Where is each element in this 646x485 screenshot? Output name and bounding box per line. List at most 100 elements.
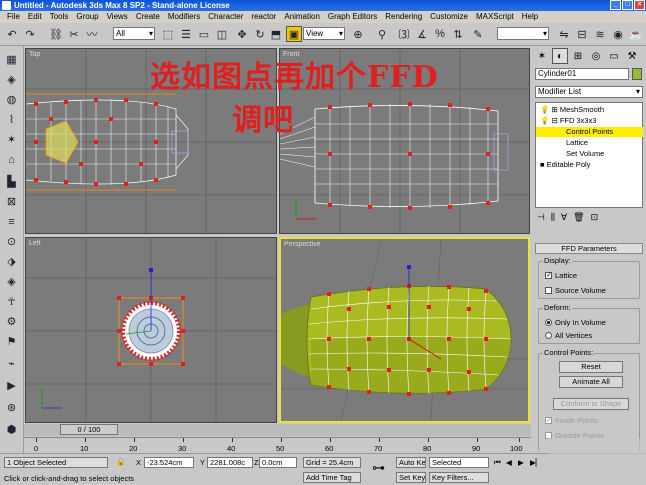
hinge-icon[interactable]: ⊠ (3, 194, 20, 209)
menu-group[interactable]: Group (72, 11, 102, 23)
rigid-body-icon[interactable]: ▦ (3, 52, 20, 67)
object-name-field[interactable]: Cylinder01 (535, 68, 629, 80)
bind-space-warp-icon[interactable]: 〰 (84, 26, 100, 42)
named-selection-icon[interactable]: ✎ (470, 26, 486, 42)
water-icon[interactable]: ◈ (3, 274, 20, 289)
menu-animation[interactable]: Animation (280, 11, 324, 23)
fracture-icon[interactable]: ⬗ (3, 254, 20, 269)
link-icon[interactable]: ⛓ (48, 26, 64, 42)
percent-snap-icon[interactable]: % (432, 26, 448, 42)
modify-tab-icon[interactable]: ◐ (552, 48, 568, 64)
viewport-left-label[interactable]: Left (29, 240, 41, 247)
make-unique-icon[interactable]: ∀ (561, 212, 567, 226)
menu-graph-editors[interactable]: Graph Editors (324, 11, 381, 23)
menu-help[interactable]: Help (518, 11, 542, 23)
select-object-icon[interactable]: ⬚ (160, 26, 176, 42)
go-to-start-icon[interactable]: ⏮ (494, 458, 501, 468)
stack-item-control-points[interactable]: Control Points (536, 127, 643, 137)
play-icon[interactable]: ▶ (518, 458, 524, 467)
stack-item-editable-poly[interactable]: ■ Editable Poly (536, 160, 643, 170)
maximize-button[interactable]: □ (622, 0, 633, 10)
lock-selection-icon[interactable]: 🔒 (116, 457, 125, 466)
angle-snap-icon[interactable]: ∡ (414, 26, 430, 42)
configure-modifier-sets-icon[interactable]: ⊡ (591, 212, 599, 226)
object-color-swatch[interactable] (632, 68, 642, 80)
mirror-icon[interactable]: ⇋ (556, 26, 572, 42)
rectangle-selection-icon[interactable]: ▭ (196, 26, 212, 42)
cloth-collection-icon[interactable]: ◈ (3, 72, 20, 87)
hierarchy-tab-icon[interactable]: ⊞ (570, 48, 586, 64)
set-key-button[interactable]: Set Key (396, 472, 426, 483)
viewport-perspective[interactable]: Perspective (279, 237, 530, 423)
properties-icon[interactable]: ⚑ (3, 334, 20, 349)
menu-reactor[interactable]: reactor (247, 11, 280, 23)
set-key-icon[interactable]: ⊶ (372, 460, 385, 476)
render-icon[interactable]: ☕ (628, 26, 644, 42)
show-end-result-icon[interactable]: ⫼ (551, 212, 555, 226)
source-volume-checkbox[interactable]: Source Volume (545, 286, 606, 295)
create-animation-icon[interactable]: ⊛ (3, 400, 20, 415)
menu-create[interactable]: Create (132, 11, 164, 23)
window-crossing-icon[interactable]: ◫ (214, 26, 230, 42)
menu-edit[interactable]: Edit (24, 11, 46, 23)
align-icon[interactable]: ⊟ (574, 26, 590, 42)
spring-icon[interactable]: ✶ (3, 132, 20, 147)
soft-body-icon[interactable]: ◍ (3, 92, 20, 107)
viewport-top-label[interactable]: Top (29, 51, 40, 58)
named-selection-sets-dropdown[interactable] (497, 27, 549, 40)
modifier-list-dropdown[interactable]: Modifier List (535, 86, 643, 98)
wind-icon[interactable]: ≡ (3, 214, 20, 229)
selection-filter-dropdown[interactable]: All (113, 27, 155, 40)
time-slider-thumb[interactable]: 0 / 100 (60, 424, 118, 435)
remove-modifier-icon[interactable]: 🗑 (573, 212, 584, 226)
plane-icon[interactable]: ⌂ (3, 152, 20, 167)
lightbulb-icon[interactable]: 💡 (540, 116, 549, 125)
viewport-left[interactable]: Left (25, 237, 277, 423)
toy-car-icon[interactable]: ⊙ (3, 234, 20, 249)
reset-button[interactable]: Reset (559, 361, 623, 373)
previous-frame-icon[interactable]: ◀ (506, 458, 512, 467)
display-tab-icon[interactable]: ▭ (606, 48, 622, 64)
key-filters-button[interactable]: Key Filters... (429, 472, 489, 483)
lightbulb-icon[interactable]: 💡 (540, 105, 549, 114)
ffd-parameters-rollout[interactable]: FFD Parameters (535, 243, 643, 254)
time-slider[interactable]: 0 / 100 (24, 424, 531, 436)
checkmark-icon[interactable]: ✓ (545, 272, 552, 279)
conform-to-shape-button[interactable]: Conform to Shape (553, 398, 629, 410)
lattice-checkbox[interactable]: ✓ Lattice (545, 271, 577, 280)
stack-item-set-volume[interactable]: Set Volume (536, 149, 643, 159)
collapse-icon[interactable]: ⊟ (551, 116, 557, 125)
analyze-icon[interactable]: ⌁ (3, 356, 20, 371)
inside-points-checkbox[interactable]: ✓ Inside Points (545, 416, 598, 425)
menu-modifiers[interactable]: Modifiers (164, 11, 204, 23)
add-time-tag-button[interactable]: Add Time Tag (303, 472, 361, 483)
stack-item-lattice[interactable]: Lattice (536, 138, 643, 148)
menu-character[interactable]: Character (204, 11, 247, 23)
redo-icon[interactable]: ↷ (22, 26, 38, 42)
motion-tab-icon[interactable]: ◎ (588, 48, 604, 64)
menu-customize[interactable]: Customize (426, 11, 472, 23)
select-by-name-icon[interactable]: ☰ (178, 26, 194, 42)
constraint-icon[interactable]: ▙ (3, 174, 20, 189)
utilities-tab-icon[interactable]: ⚒ (624, 48, 640, 64)
preview-icon[interactable]: ▶ (3, 378, 20, 393)
timeline-ruler[interactable]: 0 10 20 30 40 50 60 70 80 90 100 (24, 437, 531, 453)
menu-tools[interactable]: Tools (46, 11, 73, 23)
menu-views[interactable]: Views (103, 11, 132, 23)
y-coordinate-field[interactable]: 2281.008c (207, 457, 253, 468)
pivot-center-icon[interactable]: ⊕ (350, 26, 366, 42)
all-vertices-radio[interactable]: All Vertices (545, 331, 592, 340)
select-manipulate-icon[interactable]: ⚲ (374, 26, 390, 42)
select-move-icon[interactable]: ✥ (234, 26, 250, 42)
ragdoll-icon[interactable]: ☥ (3, 294, 20, 309)
key-mode-dropdown[interactable]: Selected (429, 457, 489, 468)
rope-collection-icon[interactable]: ⌇ (3, 112, 20, 127)
menu-rendering[interactable]: Rendering (381, 11, 426, 23)
reference-coordinate-dropdown[interactable]: View (303, 27, 345, 40)
x-coordinate-field[interactable]: -23.524cm (144, 457, 194, 468)
motor-icon[interactable]: ⚙ (3, 314, 20, 329)
auto-key-button[interactable]: Auto Key (396, 457, 426, 468)
only-in-volume-radio[interactable]: Only In Volume (545, 318, 606, 327)
pin-stack-icon[interactable]: ⊣ (537, 212, 545, 226)
material-editor-icon[interactable]: ◉ (610, 26, 626, 42)
